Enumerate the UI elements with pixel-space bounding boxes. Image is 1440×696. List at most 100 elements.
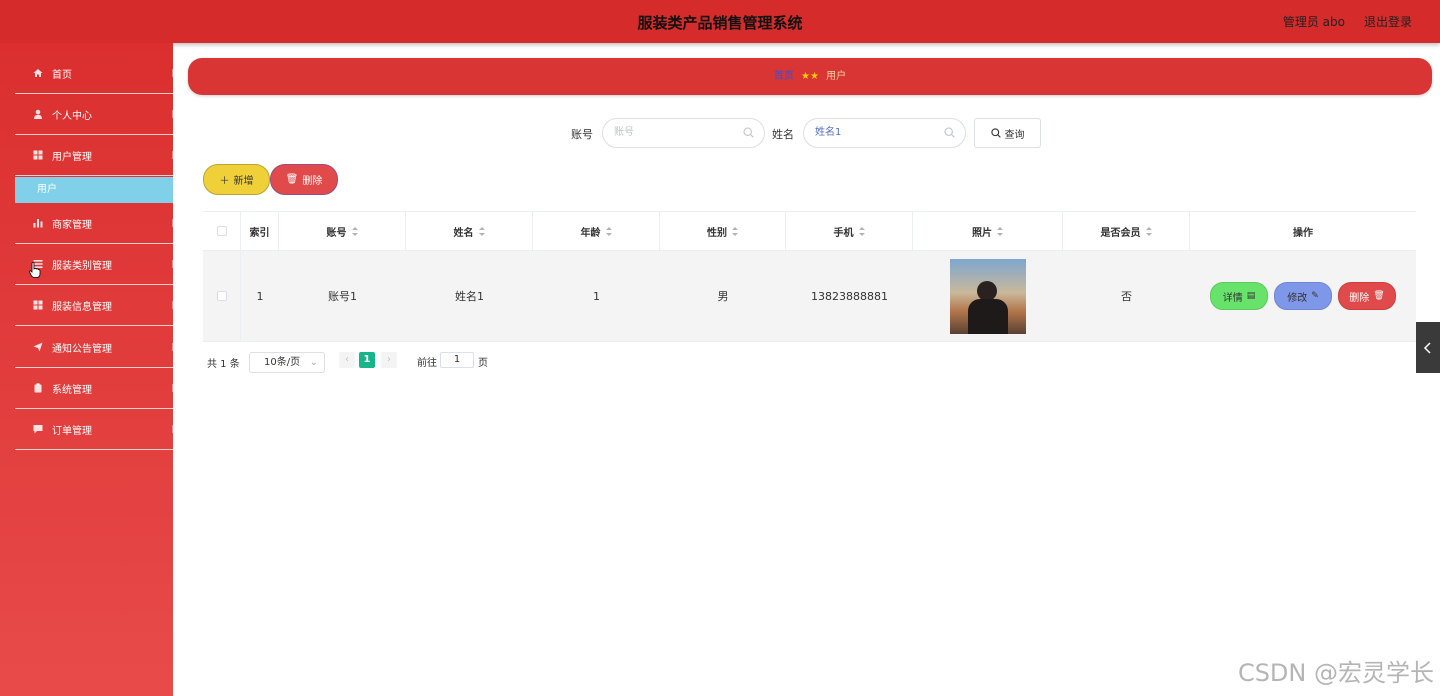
breadcrumb: 首页 ★★ 用户: [188, 58, 1432, 95]
sidebar-item-label: 个人中心: [52, 110, 92, 122]
column-header-actions: 操作: [1293, 227, 1313, 239]
watermark: CSDN @宏灵学长: [1237, 659, 1434, 687]
sidebar-item-home[interactable]: 首页: [15, 53, 174, 94]
app-title: 服装类产品销售管理系统: [637, 14, 803, 32]
plus-icon: ＋: [219, 176, 230, 187]
sidebar-item-label: 用户管理: [52, 151, 92, 163]
sort-icon[interactable]: [997, 226, 1003, 236]
sidebar-item-label: 订单管理: [52, 425, 92, 437]
goto-page-input[interactable]: 1: [440, 352, 474, 368]
prev-page-button[interactable]: ‹: [339, 352, 355, 368]
sort-icon[interactable]: [732, 226, 738, 236]
sidebar-item-users[interactable]: 用户管理: [15, 135, 174, 176]
row-checkbox[interactable]: [216, 291, 227, 301]
column-header-age[interactable]: 年龄: [533, 212, 660, 250]
bar-chart-icon: [33, 218, 43, 228]
cell-phone: 13823888881: [811, 289, 888, 303]
side-panel-toggle[interactable]: [1416, 322, 1440, 373]
account-placeholder: 账号: [614, 127, 634, 138]
search-icon: [944, 127, 955, 138]
cell-gender: 男: [717, 290, 729, 303]
goto-suffix: 页: [478, 358, 488, 369]
sidebar-item-profile[interactable]: 个人中心: [15, 94, 174, 135]
page-number-active[interactable]: 1: [359, 352, 375, 368]
grid-icon: [33, 300, 43, 310]
sidebar-item-notices[interactable]: 通知公告管理: [15, 327, 174, 368]
breadcrumb-current: 用户: [826, 71, 847, 82]
sidebar-item-label: 商家管理: [52, 219, 92, 231]
sidebar-item-label: 系统管理: [52, 384, 92, 396]
sidebar-item-label: 服装信息管理: [52, 301, 112, 313]
name-search-input[interactable]: 姓名1: [803, 118, 966, 148]
chat-icon: [33, 424, 43, 434]
name-input-value: 姓名1: [815, 127, 842, 138]
account-search-input[interactable]: 账号: [602, 118, 765, 148]
sort-icon[interactable]: [858, 226, 865, 236]
sort-icon[interactable]: [351, 226, 358, 236]
pencil-icon: ✎: [1311, 291, 1319, 301]
send-icon: [33, 342, 43, 352]
cell-name: 姓名1: [455, 290, 484, 303]
sidebar: 首页 个人中心 用户管理 用户 商家管理 服装类别管理 服装信息管理 通知公告管…: [0, 43, 174, 696]
hand-cursor-icon: [29, 262, 41, 278]
column-header-name[interactable]: 姓名: [406, 212, 533, 250]
total-count: 共 1 条: [207, 359, 240, 370]
delete-button[interactable]: 删除 🗑: [1338, 282, 1396, 310]
home-icon: [33, 68, 43, 78]
batch-delete-button[interactable]: 🗑 删除: [270, 164, 338, 195]
grid-icon: [33, 150, 43, 160]
detail-button[interactable]: 详情 ▤: [1210, 282, 1268, 310]
select-all-checkbox[interactable]: [216, 226, 227, 236]
submenu-item-user[interactable]: 用户: [15, 177, 173, 203]
search-icon: [743, 127, 754, 138]
clipboard-icon: [33, 383, 43, 393]
page-size-select[interactable]: 10条/页 ⌄: [249, 352, 325, 373]
users-table: 索引 账号 姓名 年龄 性别 手机 照片 是否会员 操作 1 账号1 姓名1 1…: [203, 211, 1416, 342]
sidebar-item-merchants[interactable]: 商家管理: [15, 203, 174, 244]
sidebar-item-orders[interactable]: 订单管理: [15, 409, 174, 450]
cell-photo: [913, 251, 1063, 341]
cell-member: 否: [1121, 290, 1132, 303]
admin-username: 管理员 abo: [1282, 15, 1345, 29]
cell-actions: 详情 ▤ 修改 ✎ 删除 🗑: [1190, 251, 1416, 341]
cell-account: 账号1: [328, 290, 357, 303]
goto-label: 前往: [417, 358, 437, 369]
next-page-button[interactable]: ›: [381, 352, 397, 368]
cell-age: 1: [593, 289, 600, 303]
column-header-phone[interactable]: 手机: [786, 212, 913, 250]
column-header-index: 索引: [241, 212, 279, 250]
column-header-account[interactable]: 账号: [279, 212, 406, 250]
query-button-label: 查询: [1004, 129, 1025, 141]
table-header: 索引 账号 姓名 年龄 性别 手机 照片 是否会员 操作: [203, 212, 1416, 251]
user-photo[interactable]: [950, 258, 1026, 334]
account-label: 账号: [571, 128, 593, 141]
top-bar: 服装类产品销售管理系统 管理员 abo 退出登录: [0, 0, 1440, 43]
breadcrumb-separator-stars-icon: ★★: [801, 71, 819, 82]
select-all-cell: [203, 212, 241, 250]
column-header-gender[interactable]: 性别: [660, 212, 786, 250]
column-header-photo[interactable]: 照片: [913, 212, 1063, 250]
trash-icon: 🗑: [1373, 291, 1385, 301]
cell-index: 1: [256, 289, 264, 303]
breadcrumb-home-link[interactable]: 首页: [774, 71, 794, 82]
delete-button-label: 删除: [302, 176, 323, 187]
sidebar-item-clothing-info[interactable]: 服装信息管理: [15, 285, 174, 326]
sort-icon[interactable]: [605, 226, 612, 236]
add-button[interactable]: ＋ 新增: [203, 164, 270, 195]
sort-icon[interactable]: [1145, 226, 1152, 236]
add-button-label: 新增: [233, 176, 254, 187]
sidebar-item-system[interactable]: 系统管理: [15, 368, 174, 409]
sidebar-item-label: 服装类别管理: [52, 260, 112, 272]
chevron-down-icon: ⌄: [309, 357, 318, 368]
logout-link[interactable]: 退出登录: [1364, 13, 1412, 30]
table-row[interactable]: 1 账号1 姓名1 1 男 13823888881 否 详情 ▤ 修改 ✎ 删除 🗑: [203, 251, 1416, 342]
sort-icon[interactable]: [478, 226, 485, 236]
query-button[interactable]: 查询: [974, 118, 1041, 148]
row-select-cell: [203, 251, 241, 341]
trash-icon: 🗑: [285, 174, 299, 185]
column-header-member[interactable]: 是否会员: [1063, 212, 1190, 250]
name-label: 姓名: [772, 128, 794, 141]
sidebar-item-label: 首页: [52, 69, 72, 81]
document-icon: ▤: [1246, 291, 1256, 301]
edit-button[interactable]: 修改 ✎: [1274, 282, 1332, 310]
